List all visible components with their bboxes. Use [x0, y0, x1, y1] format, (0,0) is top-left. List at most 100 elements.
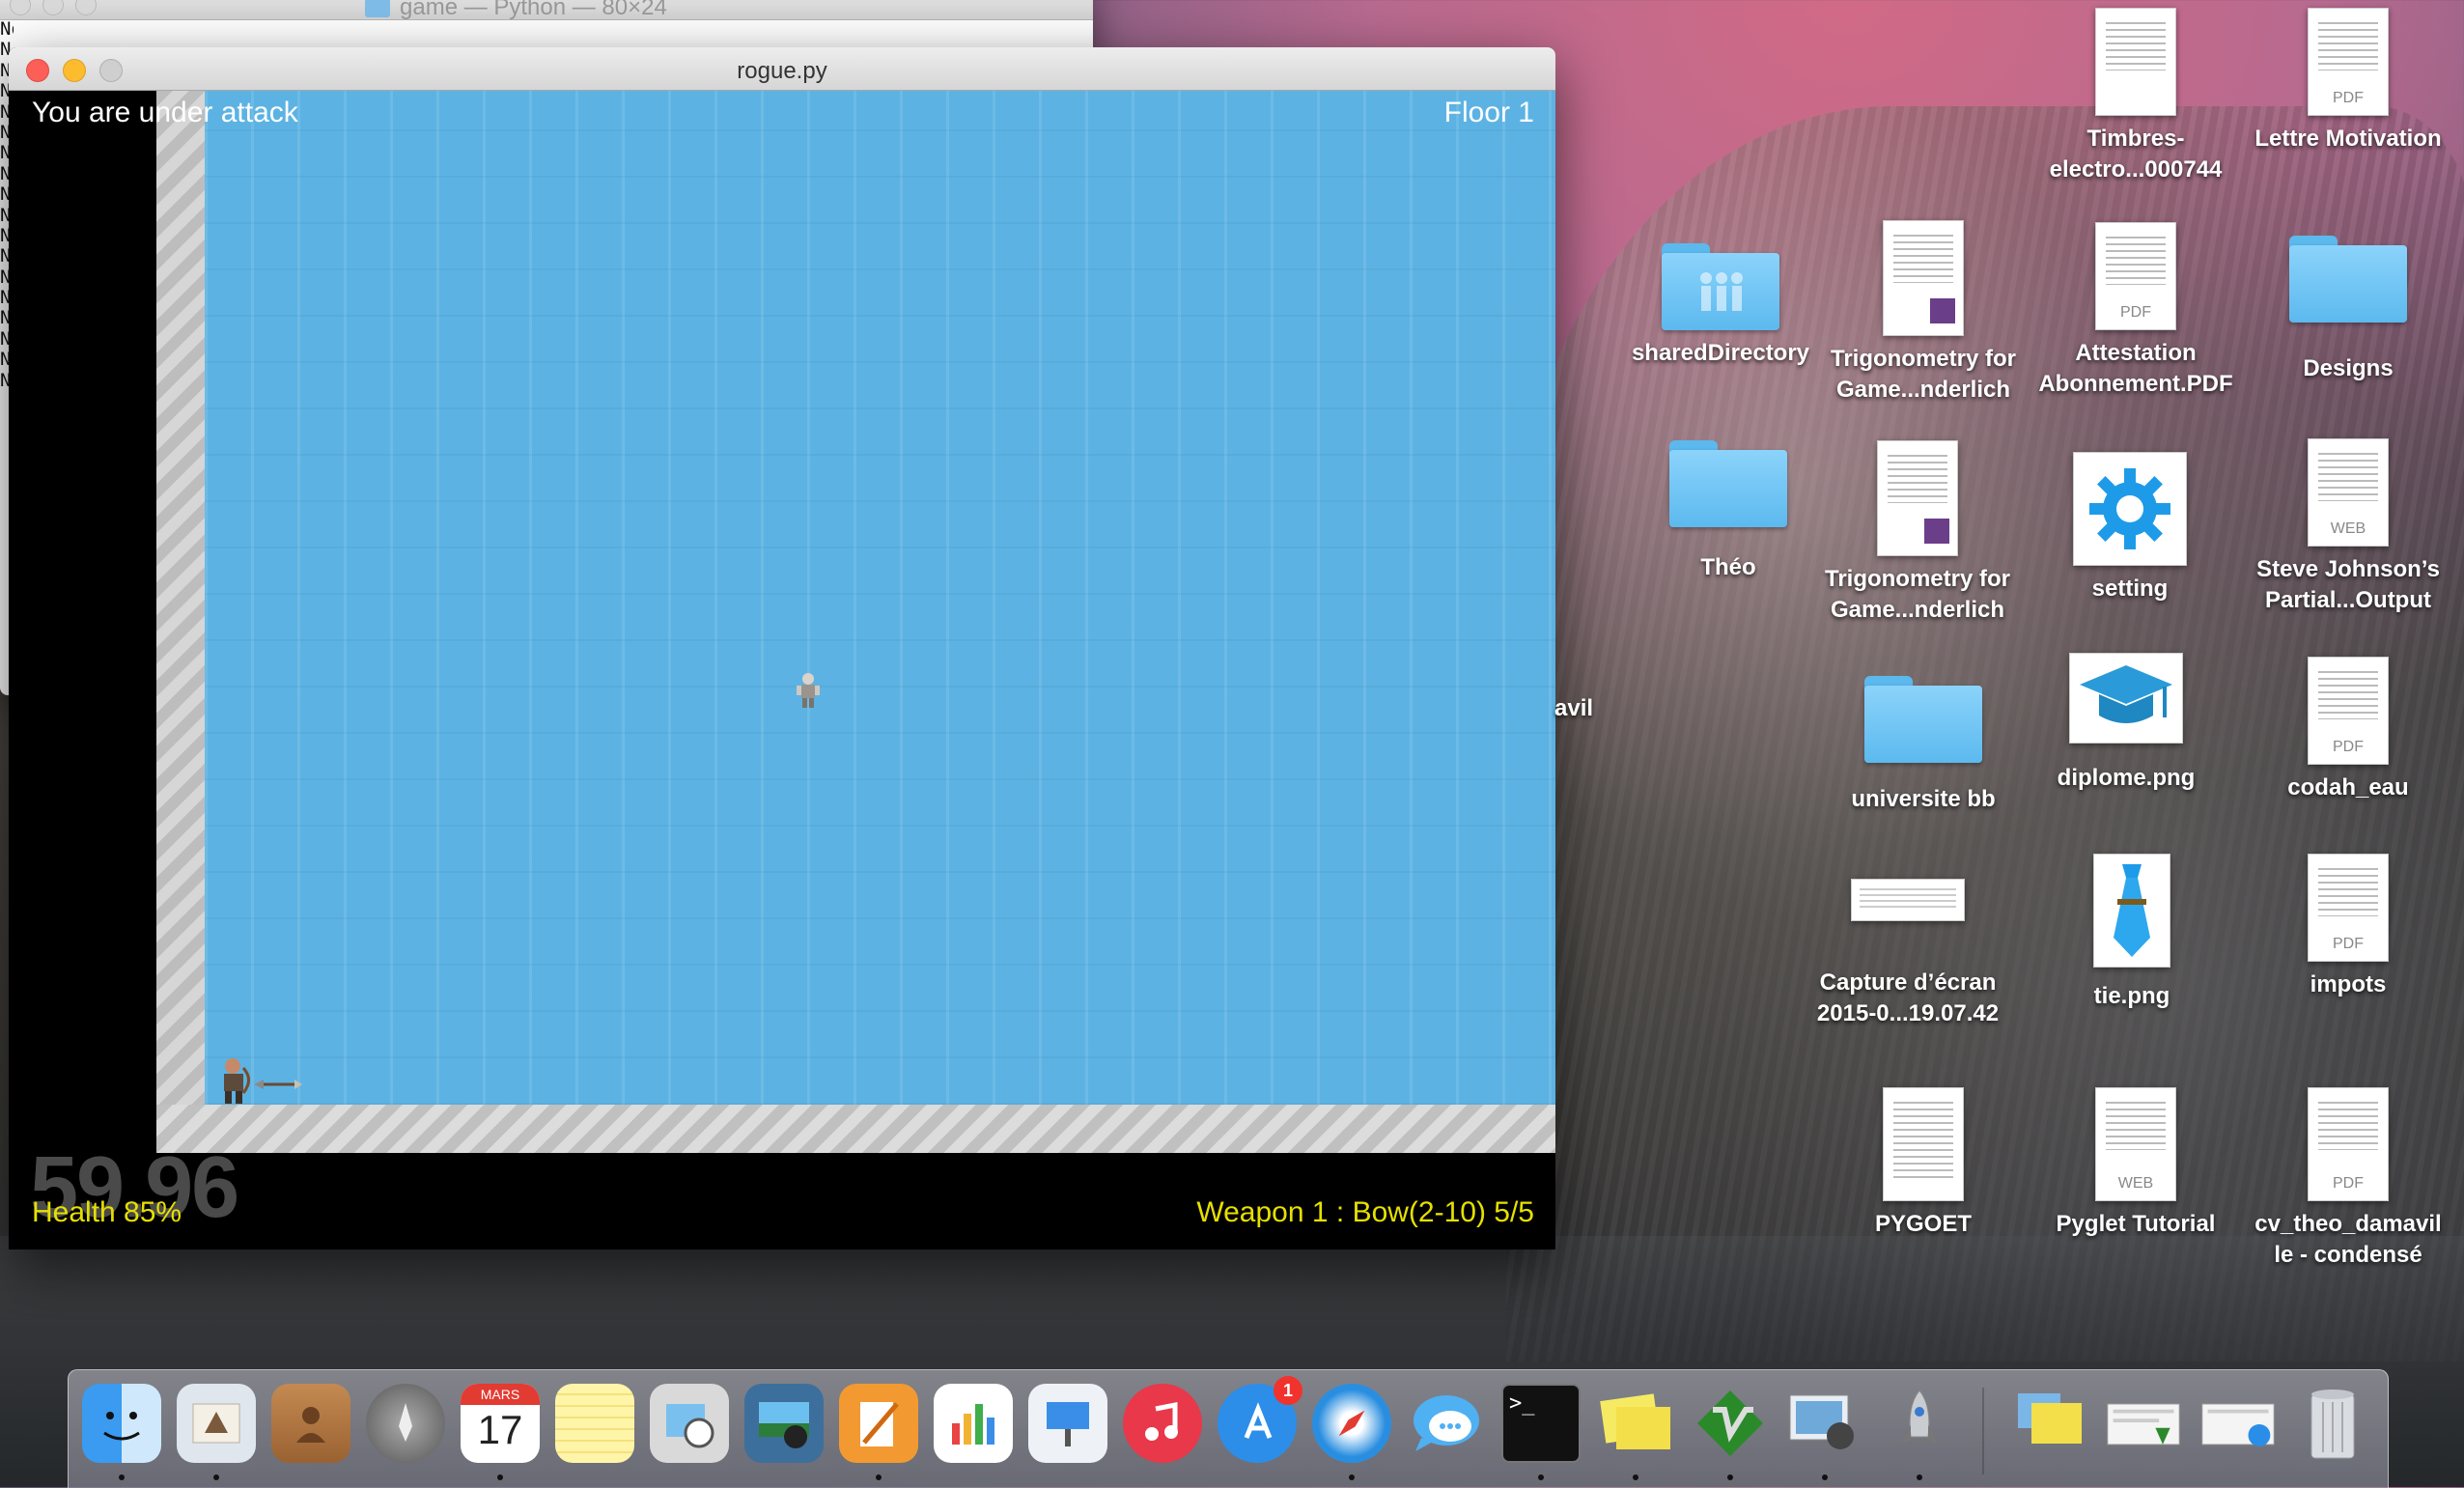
pages-icon[interactable]	[839, 1384, 918, 1463]
downloads-stack-icon[interactable]	[2198, 1384, 2278, 1463]
messages-icon[interactable]	[1407, 1384, 1486, 1463]
desktop-icon-pygoet[interactable]: PYGOET	[1817, 1087, 2030, 1240]
pdf-icon: PDF	[2308, 8, 2389, 116]
folder-icon	[365, 0, 390, 17]
desktop-icon-label: cv_theo_damavil le - condensé	[2254, 1211, 2442, 1268]
desktop-icon-label: Pyglet Tutorial	[2056, 1211, 2216, 1237]
rogue-window[interactable]: rogue.py You are under attack Floor 1 59…	[9, 47, 1555, 1249]
desktop-icon-label: universite bb	[1851, 786, 1996, 812]
terminal-title-text: game — Python — 80×24	[400, 0, 667, 20]
notification-badge: 1	[1274, 1376, 1302, 1405]
graduation-cap-icon	[2069, 653, 2183, 744]
pdf-tag: PDF	[2333, 936, 2364, 952]
desktop-icon-tie[interactable]: tie.png	[2026, 854, 2238, 1012]
desktop-icon-timbres[interactable]: Timbres-electro...000744	[2030, 8, 2242, 185]
desktop-icon-lettre-motivation[interactable]: PDF Lettre Motivation	[2242, 8, 2454, 154]
safari-icon[interactable]	[1312, 1384, 1391, 1463]
web-tag: WEB	[2330, 520, 2366, 537]
calendar-month: MARS	[461, 1384, 540, 1405]
player-sprite	[224, 1058, 250, 1104]
desktop-icon-codah-eau[interactable]: PDF codah_eau	[2242, 657, 2454, 803]
desktop-icon-trigonometry-2[interactable]: Trigonometry for Game...nderlich	[1811, 440, 2024, 626]
launchpad-icon[interactable]	[366, 1384, 445, 1463]
mail-icon[interactable]	[177, 1384, 256, 1463]
shared-folder-icon	[1662, 243, 1779, 330]
terminal-minimize-button[interactable]	[42, 0, 64, 15]
itunes-icon[interactable]	[1123, 1384, 1202, 1463]
trash-icon[interactable]	[2293, 1384, 2372, 1463]
desktop-icon-universite-bb[interactable]: universite bb	[1817, 676, 2030, 815]
numbers-icon[interactable]	[934, 1384, 1013, 1463]
applications-stack-icon[interactable]	[2009, 1384, 2088, 1463]
terminal-titlebar[interactable]: game — Python — 80×24	[0, 0, 1093, 20]
calendar-icon[interactable]: MARS 17	[461, 1384, 540, 1463]
dungeon-wall-bottom	[156, 1105, 1555, 1153]
desktop-icon-label: Capture d’écran 2015-0...19.07.42	[1816, 969, 2000, 1026]
health-indicator: Health 85%	[32, 1196, 182, 1228]
notes-icon[interactable]	[555, 1384, 634, 1463]
desktop-icon-designs[interactable]: Designs	[2242, 236, 2454, 384]
game-canvas[interactable]: You are under attack Floor 1 59.96 Healt…	[9, 91, 1555, 1249]
stickies-icon[interactable]	[1596, 1384, 1675, 1463]
document-icon	[1883, 1087, 1964, 1201]
iphoto-icon[interactable]	[744, 1384, 824, 1463]
desktop-icon-cv[interactable]: PDF cv_theo_damavil le - condensé	[2242, 1087, 2454, 1271]
terminal-prompt: >_	[1509, 1391, 1535, 1416]
pdf-icon: PDF	[2308, 657, 2389, 765]
document-icon	[2095, 8, 2176, 116]
floor-indicator: Floor 1	[1443, 97, 1534, 128]
rocket-icon[interactable]	[1880, 1384, 1959, 1463]
desktop-icon-attestation[interactable]: PDF Attestation Abonnement.PDF	[2030, 222, 2242, 400]
desktop-icon-pyglet-tutorial[interactable]: WEB Pyglet Tutorial	[2030, 1087, 2242, 1240]
tie-icon	[2093, 854, 2170, 968]
terminal-zoom-button[interactable]	[75, 0, 97, 15]
screenshot-icon	[1851, 879, 1965, 921]
keynote-icon[interactable]	[1028, 1384, 1107, 1463]
vim-icon[interactable]	[1691, 1384, 1770, 1463]
image-capture-icon[interactable]	[1785, 1384, 1864, 1463]
desktop-icon-label: Trigonometry for Game...nderlich	[1830, 346, 2016, 403]
status-message: You are under attack	[32, 97, 298, 128]
terminal-close-button[interactable]	[10, 0, 31, 15]
desktop-icon-capture[interactable]: Capture d’écran 2015-0...19.07.42	[1802, 879, 2014, 1029]
desktop-icon-setting[interactable]: setting	[2024, 452, 2236, 604]
desktop-icon-impots[interactable]: PDF impots	[2242, 854, 2454, 1000]
desktop-icon-label: Timbres-electro...000744	[2049, 126, 2223, 182]
calendar-day: 17	[477, 1407, 523, 1452]
pdf-icon: PDF	[2308, 1087, 2389, 1201]
terminal-icon[interactable]: >_	[1501, 1384, 1581, 1463]
desktop-icon-diplome[interactable]: diplome.png	[2020, 653, 2232, 794]
desktop-icon-label: diplome.png	[2057, 765, 2196, 791]
rogue-titlebar[interactable]: rogue.py	[9, 47, 1555, 91]
app-store-icon[interactable]: 1	[1218, 1376, 1302, 1463]
gear-icon	[2073, 452, 2187, 566]
desktop-icon-label: Attestation Abonnement.PDF	[2038, 340, 2233, 397]
desktop-icon-label: PYGOET	[1874, 1211, 1973, 1237]
dock: MARS 17 1 >_	[68, 1369, 2389, 1488]
pdf-tag: PDF	[2333, 739, 2364, 755]
folder-icon	[1864, 676, 1982, 763]
desktop-icon-trigonometry-1[interactable]: Trigonometry for Game...nderlich	[1817, 220, 2030, 406]
dungeon-floor	[205, 91, 1555, 1105]
window-title: rogue.py	[737, 58, 827, 84]
pdf-tag: PDF	[2333, 90, 2364, 106]
desktop-icon-label: Steve Johnson’s Partial...Output	[2256, 556, 2440, 613]
contacts-icon[interactable]	[271, 1384, 350, 1463]
web-archive-icon: WEB	[2095, 1087, 2176, 1201]
desktop-icon-label: Théo	[1700, 554, 1756, 580]
folder-icon	[2289, 236, 2407, 323]
documents-stack-icon[interactable]	[2104, 1384, 2183, 1463]
preview-icon[interactable]	[650, 1384, 729, 1463]
pdf-tag: PDF	[2333, 1175, 2364, 1192]
monster-sprite	[797, 673, 820, 708]
desktop-icon-shared-directory[interactable]: sharedDirectory	[1614, 243, 1827, 369]
finder-icon[interactable]	[82, 1384, 161, 1463]
desktop-icon-steve-johnson[interactable]: WEB Steve Johnson’s Partial...Output	[2242, 438, 2454, 616]
desktop-icon-label: Designs	[2303, 355, 2394, 381]
desktop-icon-label: sharedDirectory	[1631, 340, 1810, 366]
partial-desktop-label: avil	[1554, 695, 1594, 721]
folder-icon	[1669, 440, 1787, 527]
pdf-tag: PDF	[2120, 304, 2151, 321]
desktop-icon-theo[interactable]: Théo	[1622, 440, 1834, 583]
document-icon	[1877, 440, 1958, 556]
